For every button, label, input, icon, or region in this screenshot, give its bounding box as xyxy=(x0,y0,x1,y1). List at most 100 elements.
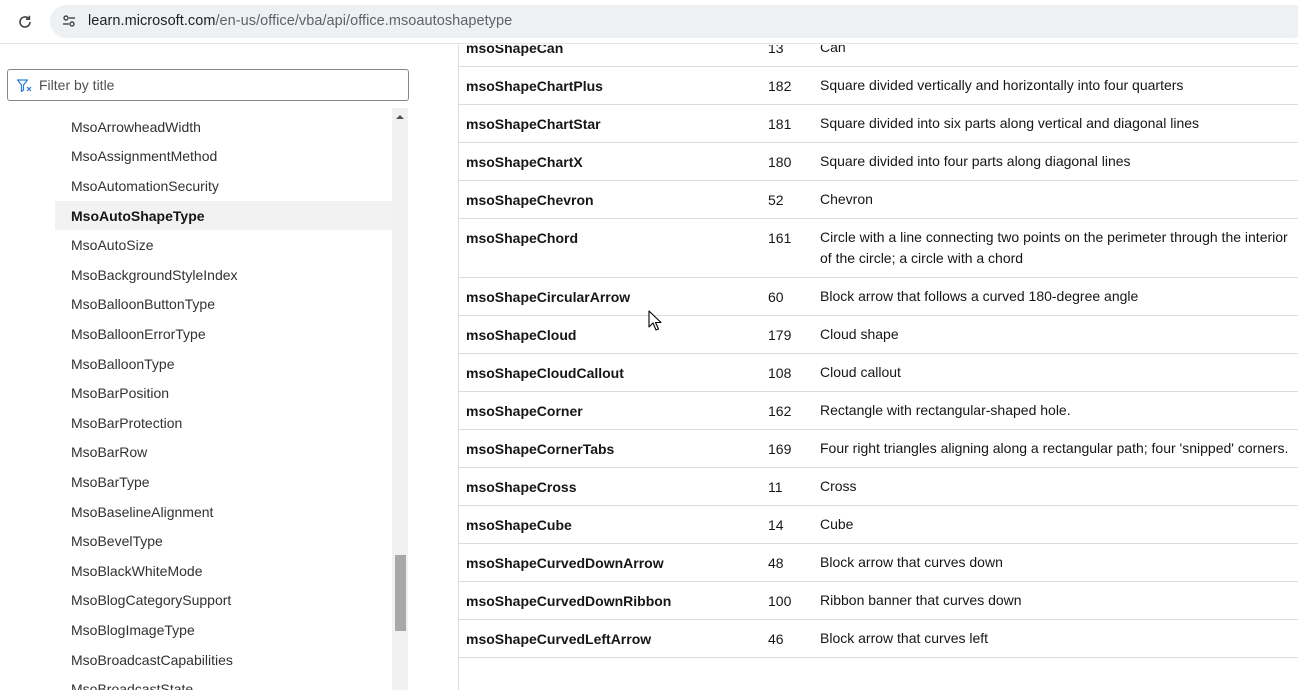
member-value: 14 xyxy=(768,517,784,533)
toc-item[interactable]: MsoAutoShapeType xyxy=(55,200,392,231)
toc-item[interactable]: MsoBalloonType xyxy=(55,349,392,379)
toc-item[interactable]: MsoAutoSize xyxy=(55,230,392,260)
toc-item[interactable]: MsoBevelType xyxy=(55,526,392,556)
member-value: 162 xyxy=(768,403,792,419)
reload-icon[interactable] xyxy=(14,11,36,33)
scroll-up-arrow-icon[interactable] xyxy=(392,108,408,126)
member-value: 182 xyxy=(768,78,792,94)
member-name: msoShapeCloud xyxy=(466,327,577,343)
member-name: msoShapeCornerTabs xyxy=(466,441,615,457)
member-value: 161 xyxy=(768,230,792,246)
table-row: msoShapeCornerTabs 169 Four right triangle… xyxy=(459,430,1298,468)
member-name: msoShapeChord xyxy=(466,230,579,246)
toc-item[interactable]: MsoBalloonButtonType xyxy=(55,290,392,320)
member-value: 108 xyxy=(768,365,792,381)
toc-item[interactable]: MsoAutomationSecurity xyxy=(55,171,392,201)
toc-item[interactable]: MsoBalloonErrorType xyxy=(55,319,392,349)
toc-item[interactable]: MsoBarRow xyxy=(55,438,392,468)
member-name: msoShapeCurvedLeftArrow xyxy=(466,631,652,647)
member-name: msoShapeCross xyxy=(466,479,577,495)
table-row: msoShapeCurvedLeftArrow 46 Block arrow tha… xyxy=(459,620,1298,658)
member-value: 169 xyxy=(768,441,792,457)
member-value: 48 xyxy=(768,555,784,571)
member-name: msoShapeChevron xyxy=(466,192,594,208)
table-row: msoShapeCurvedDownArrow 48 Block arrow tha… xyxy=(459,544,1298,582)
table-row: msoShapeCircularArrow 60 Block arrow that … xyxy=(459,278,1298,316)
toc-list: MsoArrowheadWidth MsoAssignmentMethod MsoA… xyxy=(55,112,392,690)
member-description: Circle with a line connecting two points… xyxy=(820,229,1288,266)
member-name: msoShapeChartStar xyxy=(466,116,601,132)
toc-item[interactable]: MsoBroadcastCapabilities xyxy=(55,645,392,675)
table-row: msoShapeChartStar 181 Square divided into … xyxy=(459,105,1298,143)
member-value: 11 xyxy=(768,479,783,495)
table-row: msoShapeCloudCallout 108 Cloud callout xyxy=(459,354,1298,392)
member-name: msoShapeCircularArrow xyxy=(466,289,631,305)
toc-item[interactable]: MsoBackgroundStyleIndex xyxy=(55,260,392,290)
member-description: Block arrow that curves down xyxy=(820,554,1003,570)
member-description: Square divided into four parts along dia… xyxy=(820,153,1131,169)
member-name: msoShapeCorner xyxy=(466,403,583,419)
member-value: 13 xyxy=(768,45,784,56)
enum-members-table: msoShapeCan 13 Can msoShapeChartPlus 182 Squa… xyxy=(458,45,1298,690)
member-description: Cloud callout xyxy=(820,364,901,380)
toc-item[interactable]: MsoBlackWhiteMode xyxy=(55,556,392,586)
table-row: msoShapeCube 14 Cube xyxy=(459,506,1298,544)
toc-scrollbar[interactable] xyxy=(392,108,408,690)
browser-toolbar: learn.microsoft.com/en-us/office/vba/api… xyxy=(0,0,1298,44)
filter-icon xyxy=(16,79,32,93)
toc-item[interactable]: MsoBarProtection xyxy=(55,408,392,438)
member-name: msoShapeCan xyxy=(466,45,564,56)
member-description: Block arrow that follows a curved 180-de… xyxy=(820,288,1139,304)
member-description: Can xyxy=(820,45,846,55)
table-row: msoShapeCan 13 Can xyxy=(459,45,1298,67)
member-description: Ribbon banner that curves down xyxy=(820,592,1022,608)
toc-item[interactable]: MsoArrowheadWidth xyxy=(55,112,392,142)
member-value: 181 xyxy=(768,116,792,132)
site-settings-icon[interactable] xyxy=(58,10,80,32)
member-description: Four right triangles aligning along a re… xyxy=(820,440,1289,456)
scrollbar-thumb[interactable] xyxy=(395,555,406,631)
toc-item[interactable]: MsoBarPosition xyxy=(55,378,392,408)
member-name: msoShapeCloudCallout xyxy=(466,365,624,381)
url-host: learn.microsoft.com xyxy=(88,13,216,29)
member-description: Cube xyxy=(820,516,854,532)
filter-box[interactable] xyxy=(7,69,409,101)
table-row: msoShapeCross 11 Cross xyxy=(459,468,1298,506)
member-description: Block arrow that curves left xyxy=(820,630,989,646)
member-value: 46 xyxy=(768,631,784,647)
table-row: msoShapeCloud 179 Cloud shape xyxy=(459,316,1298,354)
toc-item[interactable]: MsoAssignmentMethod xyxy=(55,142,392,172)
table-row: msoShapeCorner 162 Rectangle with rectangu… xyxy=(459,392,1298,430)
toc-item[interactable]: MsoBroadcastState xyxy=(55,674,392,690)
member-value: 52 xyxy=(768,192,784,208)
address-bar[interactable]: learn.microsoft.com/en-us/office/vba/api… xyxy=(50,5,1298,38)
member-value: 100 xyxy=(768,593,792,609)
toc-item[interactable]: MsoBaselineAlignment xyxy=(55,497,392,527)
url-text[interactable]: learn.microsoft.com/en-us/office/vba/api… xyxy=(88,13,512,29)
toc-item[interactable]: MsoBlogCategorySupport xyxy=(55,586,392,616)
toc-item[interactable]: MsoBarType xyxy=(55,467,392,497)
table-row: msoShapeChevron 52 Chevron xyxy=(459,181,1298,219)
url-path: /en-us/office/vba/api/office.msoautoshap… xyxy=(215,13,513,29)
member-name: msoShapeCube xyxy=(466,517,572,533)
member-value: 180 xyxy=(768,154,792,170)
member-description: Cloud shape xyxy=(820,326,899,342)
member-description: Cross xyxy=(820,478,857,494)
table-row: msoShapeChartPlus 182 Square divided verti… xyxy=(459,67,1298,105)
member-name: msoShapeChartX xyxy=(466,154,583,170)
member-description: Chevron xyxy=(820,191,873,207)
member-description: Rectangle with rectangular-shaped hole. xyxy=(820,402,1071,418)
toc-sidebar: MsoArrowheadWidthMsoAssignmentMethodMsoA… xyxy=(0,45,420,690)
member-name: msoShapeCurvedDownRibbon xyxy=(466,593,672,609)
table-row: msoShapeCurvedDownRibbon 100 Ribbon banner… xyxy=(459,582,1298,620)
member-description: Square divided vertically and horizontal… xyxy=(820,77,1184,93)
member-description: Square divided into six parts along vert… xyxy=(820,115,1200,131)
member-name: msoShapeChartPlus xyxy=(466,78,603,94)
filter-input[interactable] xyxy=(39,70,399,100)
table-row: msoShapeChartX 180 Square divided into fou… xyxy=(459,143,1298,181)
member-value: 179 xyxy=(768,327,792,343)
member-name: msoShapeCurvedDownArrow xyxy=(466,555,664,571)
table-row: msoShapeChord 161 Circle with a line conne… xyxy=(459,219,1298,278)
toc-item[interactable]: MsoBlogImageType xyxy=(55,615,392,645)
member-value: 60 xyxy=(768,289,784,305)
